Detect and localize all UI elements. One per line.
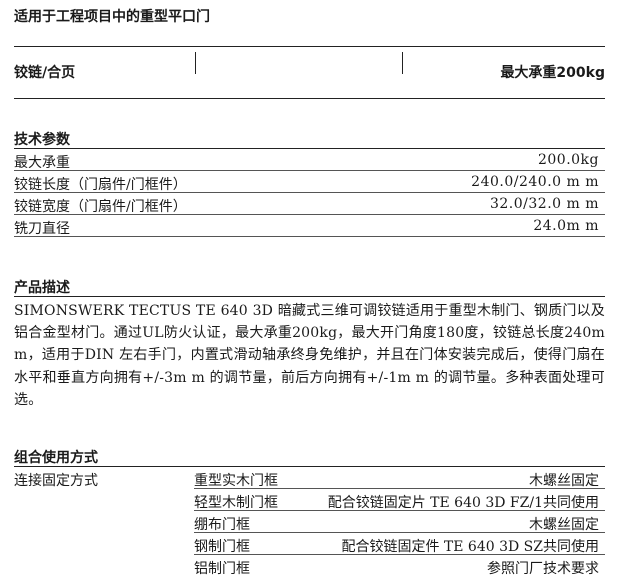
combo-frame: 绷布门框 bbox=[194, 517, 250, 533]
tech-row-label: 最大承重 bbox=[14, 155, 70, 171]
combo-frame: 铝制门框 bbox=[194, 561, 250, 577]
desc-text: SIMONSWERK TECTUS TE 640 3D 暗藏式三维可调铰链适用于… bbox=[14, 303, 605, 408]
tech-row-label: 铣刀直径 bbox=[14, 221, 70, 237]
tech-row-value: 32.0/32.0 m m bbox=[489, 196, 599, 212]
combo-row: 铝制门框 参照门厂技术要求 bbox=[194, 555, 605, 577]
tech-row-value: 24.0m m bbox=[533, 218, 599, 234]
combo-frame: 钢制门框 bbox=[194, 539, 250, 555]
hinge-max-load: 最大承重200kg bbox=[500, 65, 605, 81]
page-title: 适用于工程项目中的重型平口门 bbox=[14, 9, 210, 25]
tech-row: 最大承重 200.0kg bbox=[14, 149, 605, 171]
combo-row: 绷布门框 木螺丝固定 bbox=[194, 511, 605, 533]
hinge-top-rule bbox=[14, 46, 605, 47]
combo-frame: 轻型木制门框 bbox=[194, 495, 278, 511]
hinge-bottom-rule bbox=[14, 98, 605, 99]
combo-method: 配合铰链固定片 TE 640 3D FZ/1共同使用 bbox=[327, 495, 599, 511]
tech-row-value: 240.0/240.0 m m bbox=[471, 174, 599, 190]
combo-frame: 重型实木门框 bbox=[194, 473, 278, 489]
hinge-divider-1 bbox=[195, 52, 196, 74]
combo-method: 木螺丝固定 bbox=[529, 517, 599, 533]
hinge-divider-2 bbox=[402, 52, 403, 74]
tech-row-label: 铰链宽度（门扇件/门框件） bbox=[14, 199, 187, 215]
combo-row: 钢制门框 配合铰链固定件 TE 640 3D SZ共同使用 bbox=[194, 533, 605, 555]
combo-method: 参照门厂技术要求 bbox=[487, 561, 599, 577]
combo-row: 重型实木门框 木螺丝固定 bbox=[194, 467, 605, 489]
desc-heading: 产品描述 bbox=[14, 280, 70, 296]
tech-row: 铰链长度（门扇件/门框件） 240.0/240.0 m m bbox=[14, 171, 605, 193]
desc-rule bbox=[14, 296, 605, 297]
tech-row-value: 200.0kg bbox=[537, 152, 599, 168]
tech-row: 铣刀直径 24.0m m bbox=[14, 215, 605, 237]
combo-row: 轻型木制门框 配合铰链固定片 TE 640 3D FZ/1共同使用 bbox=[194, 489, 605, 511]
combo-method: 配合铰链固定件 TE 640 3D SZ共同使用 bbox=[341, 539, 599, 555]
tech-row-label: 铰链长度（门扇件/门框件） bbox=[14, 177, 187, 193]
tech-row: 铰链宽度（门扇件/门框件） 32.0/32.0 m m bbox=[14, 193, 605, 215]
hinge-label: 铰链/合页 bbox=[14, 65, 76, 81]
combo-label: 连接固定方式 bbox=[14, 473, 98, 489]
combo-heading: 组合使用方式 bbox=[14, 450, 98, 466]
tech-params-heading: 技术参数 bbox=[14, 132, 70, 148]
combo-method: 木螺丝固定 bbox=[529, 473, 599, 489]
